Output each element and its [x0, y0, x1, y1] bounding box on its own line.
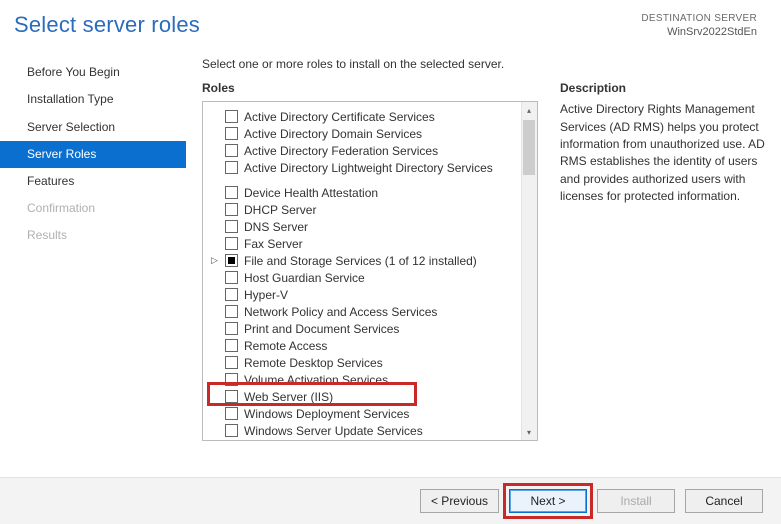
role-checkbox[interactable] — [225, 390, 238, 403]
sidebar-item-server-selection[interactable]: Server Selection — [0, 114, 186, 141]
sidebar-item-features[interactable]: Features — [0, 168, 186, 195]
page-title: Select server roles — [14, 12, 200, 38]
role-checkbox[interactable] — [225, 110, 238, 123]
role-item[interactable]: Remote Access — [209, 337, 517, 354]
roles-label: Roles — [202, 81, 538, 95]
roles-list-inner: Active Directory Certificate Services Act… — [203, 102, 521, 440]
wizard-body: Before You BeginInstallation TypeServer … — [0, 45, 781, 455]
role-label: Host Guardian Service — [244, 271, 365, 285]
description-text: Active Directory Rights Management Servi… — [560, 101, 767, 205]
role-label: Fax Server — [244, 237, 303, 251]
role-label: DNS Server — [244, 220, 308, 234]
role-label: Network Policy and Access Services — [244, 305, 437, 319]
role-item[interactable]: Windows Deployment Services — [209, 405, 517, 422]
role-label: Active Directory Lightweight Directory S… — [244, 161, 493, 175]
role-item[interactable]: Volume Activation Services — [209, 371, 517, 388]
roles-listbox[interactable]: Active Directory Certificate Services Act… — [202, 101, 538, 441]
scroll-down-icon[interactable]: ▾ — [521, 424, 537, 440]
columns: Roles Active Directory Certificate Servi… — [202, 81, 767, 455]
role-item[interactable]: DHCP Server — [209, 201, 517, 218]
role-checkbox[interactable] — [225, 288, 238, 301]
role-label: Print and Document Services — [244, 322, 399, 336]
description-column: Description Active Directory Rights Mana… — [560, 81, 767, 455]
destination-server-block: DESTINATION SERVER WinSrv2022StdEn — [641, 12, 757, 39]
role-checkbox[interactable] — [225, 373, 238, 386]
role-label: Active Directory Federation Services — [244, 144, 438, 158]
role-label: Web Server (IIS) — [244, 390, 333, 404]
scrollbar-track[interactable]: ▴ ▾ — [521, 102, 537, 440]
role-item[interactable]: Host Guardian Service — [209, 269, 517, 286]
role-label: Hyper-V — [244, 288, 288, 302]
role-item[interactable]: Fax Server — [209, 235, 517, 252]
role-checkbox[interactable] — [225, 356, 238, 369]
wizard-main: Select one or more roles to install on t… — [186, 55, 781, 455]
role-label: Active Directory Certificate Services — [244, 110, 435, 124]
role-item[interactable]: Device Health Attestation — [209, 184, 517, 201]
sidebar-item-results: Results — [0, 222, 186, 249]
role-label: Remote Access — [244, 339, 327, 353]
sidebar-item-confirmation: Confirmation — [0, 195, 186, 222]
scrollbar-thumb[interactable] — [523, 120, 535, 175]
role-item[interactable]: Windows Server Update Services — [209, 422, 517, 439]
role-label: Device Health Attestation — [244, 186, 378, 200]
roles-column: Roles Active Directory Certificate Servi… — [202, 81, 538, 455]
install-button: Install — [597, 489, 675, 513]
role-checkbox[interactable] — [225, 203, 238, 216]
role-label: Remote Desktop Services — [244, 356, 383, 370]
instruction-text: Select one or more roles to install on t… — [202, 57, 767, 71]
sidebar-item-server-roles[interactable]: Server Roles — [0, 141, 186, 168]
role-item[interactable]: Active Directory Certificate Services — [209, 108, 517, 125]
role-item[interactable]: Active Directory Federation Services — [209, 142, 517, 159]
role-label: Windows Deployment Services — [244, 407, 409, 421]
role-checkbox[interactable] — [225, 271, 238, 284]
destination-label: DESTINATION SERVER — [641, 12, 757, 25]
role-item[interactable]: DNS Server — [209, 218, 517, 235]
role-checkbox[interactable] — [225, 161, 238, 174]
role-item[interactable]: Hyper-V — [209, 286, 517, 303]
role-label: Volume Activation Services — [244, 373, 388, 387]
role-item[interactable]: Print and Document Services — [209, 320, 517, 337]
destination-name: WinSrv2022StdEn — [641, 25, 757, 39]
sidebar-item-installation-type[interactable]: Installation Type — [0, 86, 186, 113]
next-button[interactable]: Next > — [509, 489, 587, 513]
role-item[interactable]: Active Directory Lightweight Directory S… — [209, 159, 517, 176]
role-checkbox[interactable] — [225, 220, 238, 233]
role-item[interactable]: Remote Desktop Services — [209, 354, 517, 371]
role-label: DHCP Server — [244, 203, 316, 217]
cancel-button[interactable]: Cancel — [685, 489, 763, 513]
role-checkbox[interactable] — [225, 127, 238, 140]
wizard-step-sidebar: Before You BeginInstallation TypeServer … — [0, 55, 186, 455]
role-group-gap — [209, 176, 517, 184]
sidebar-item-before-you-begin[interactable]: Before You Begin — [0, 59, 186, 86]
role-checkbox[interactable] — [225, 407, 238, 420]
role-item[interactable]: Active Directory Domain Services — [209, 125, 517, 142]
role-checkbox[interactable] — [225, 339, 238, 352]
role-checkbox[interactable] — [225, 254, 238, 267]
wizard-header: Select server roles DESTINATION SERVER W… — [0, 0, 781, 45]
description-label: Description — [560, 81, 767, 95]
role-label: File and Storage Services (1 of 12 insta… — [244, 254, 477, 268]
previous-button[interactable]: < Previous — [420, 489, 499, 513]
scroll-up-icon[interactable]: ▴ — [521, 102, 537, 118]
role-checkbox[interactable] — [225, 186, 238, 199]
role-label: Windows Server Update Services — [244, 424, 423, 438]
role-checkbox[interactable] — [225, 237, 238, 250]
role-checkbox[interactable] — [225, 322, 238, 335]
expand-icon[interactable]: ▷ — [211, 255, 218, 266]
role-item[interactable]: ▷ File and Storage Services (1 of 12 inst… — [209, 252, 517, 269]
role-item[interactable]: Web Server (IIS) — [209, 388, 517, 405]
role-checkbox[interactable] — [225, 305, 238, 318]
wizard-footer: < Previous Next > Install Cancel — [0, 477, 781, 524]
role-checkbox[interactable] — [225, 144, 238, 157]
role-item[interactable]: Network Policy and Access Services — [209, 303, 517, 320]
role-checkbox[interactable] — [225, 424, 238, 437]
role-label: Active Directory Domain Services — [244, 127, 422, 141]
